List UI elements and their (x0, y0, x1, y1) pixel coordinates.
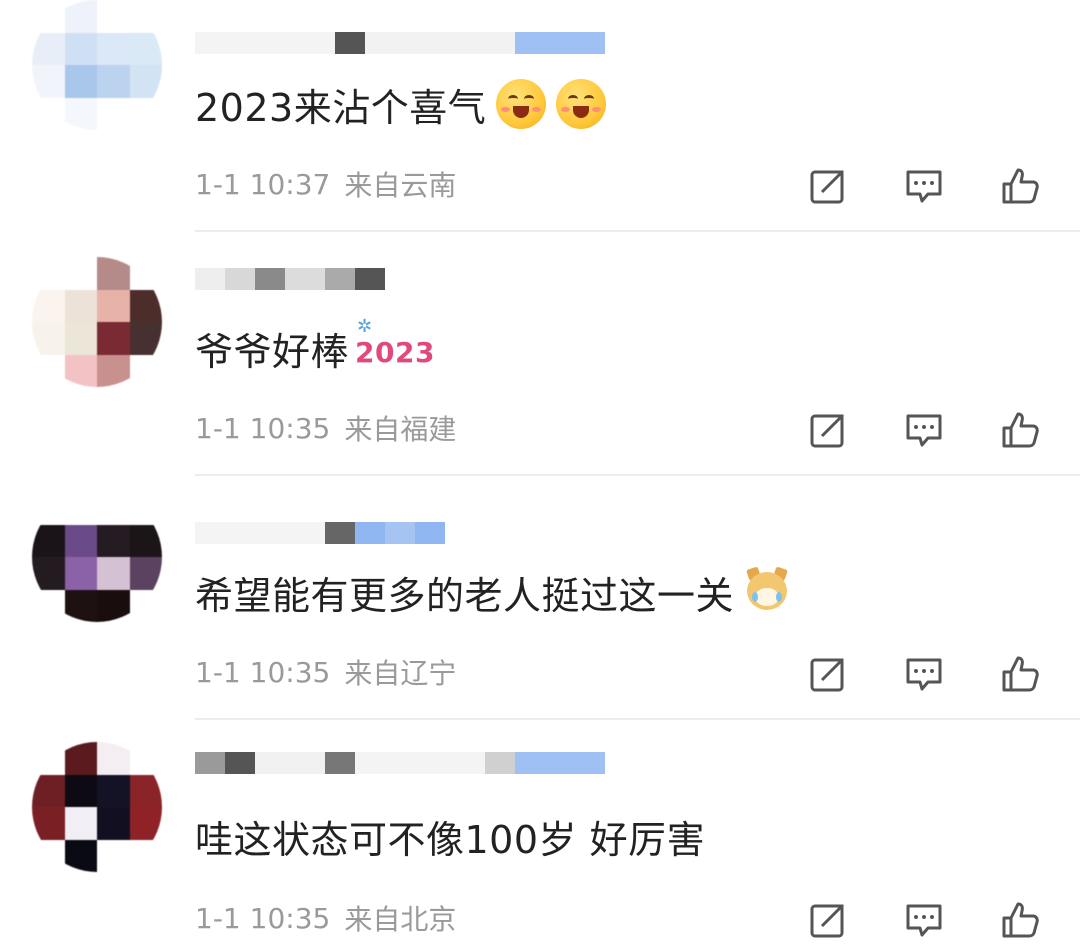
comment-icon[interactable] (904, 410, 944, 450)
comment-icon[interactable] (904, 166, 944, 206)
comment-icon[interactable] (904, 900, 944, 940)
comment-icon[interactable] (904, 654, 944, 694)
location: 来自北京 (344, 903, 457, 936)
comment-text: 爷爷好棒 ✲ 2023 (195, 316, 435, 376)
grinning-face-emoji (496, 79, 547, 129)
like-icon[interactable] (1000, 900, 1040, 940)
timestamp: 1-1 10:35 (195, 655, 331, 689)
comment-text: 2023来沾个喜气 (195, 76, 607, 132)
share-icon[interactable] (808, 900, 848, 940)
comment-item: 哇这状态可不像100岁 好厉害 1-1 10:35 来自北京 (0, 720, 1080, 949)
comment-body: 2023来沾个喜气 (195, 85, 487, 130)
comment-body: 爷爷好棒 (195, 329, 350, 374)
avatar[interactable] (32, 492, 162, 622)
sticker-2023: ✲ 2023 (355, 316, 435, 369)
timestamp: 1-1 10:35 (195, 411, 331, 445)
comment-actions (808, 652, 1040, 696)
username-redacted[interactable] (195, 264, 385, 294)
timestamp: 1-1 10:35 (195, 901, 331, 935)
comment-actions (808, 408, 1040, 452)
comment-item: 2023来沾个喜气 1-1 10:37 来自云南 (0, 0, 1080, 232)
comment-meta: 1-1 10:35 来自北京 (195, 898, 456, 938)
comment-actions (808, 164, 1040, 208)
avatar[interactable] (32, 0, 162, 130)
comment-body: 哇这状态可不像100岁 好厉害 (195, 817, 706, 862)
like-icon[interactable] (1000, 166, 1040, 206)
comment-text: 希望能有更多的老人挺过这一关 (195, 564, 790, 620)
share-icon[interactable] (808, 166, 848, 206)
location: 来自福建 (344, 413, 457, 446)
avatar[interactable] (32, 257, 162, 387)
sparkle-icon: ✲ (357, 315, 373, 337)
like-icon[interactable] (1000, 654, 1040, 694)
comment-text: 哇这状态可不像100岁 好厉害 (195, 808, 705, 864)
comment-meta: 1-1 10:35 来自福建 (195, 408, 456, 448)
timestamp: 1-1 10:37 (195, 167, 331, 201)
comment-actions (808, 898, 1040, 942)
username-redacted[interactable] (195, 518, 445, 548)
crying-dog-emoji (744, 566, 790, 616)
comment-item: 希望能有更多的老人挺过这一关 1-1 10:35 来自辽宁 (0, 476, 1080, 720)
grinning-face-emoji (556, 79, 607, 129)
like-icon[interactable] (1000, 410, 1040, 450)
share-icon[interactable] (808, 410, 848, 450)
sticker-text: 2023 (355, 335, 435, 369)
share-icon[interactable] (808, 654, 848, 694)
username-redacted[interactable] (195, 748, 605, 778)
avatar[interactable] (32, 742, 162, 872)
username-redacted[interactable] (195, 28, 605, 58)
location: 来自云南 (344, 169, 457, 202)
location: 来自辽宁 (344, 657, 457, 690)
comment-body: 希望能有更多的老人挺过这一关 (195, 573, 735, 618)
comment-item: 爷爷好棒 ✲ 2023 1-1 10:35 来自福建 (0, 232, 1080, 476)
comment-meta: 1-1 10:37 来自云南 (195, 164, 456, 204)
comment-meta: 1-1 10:35 来自辽宁 (195, 652, 456, 692)
